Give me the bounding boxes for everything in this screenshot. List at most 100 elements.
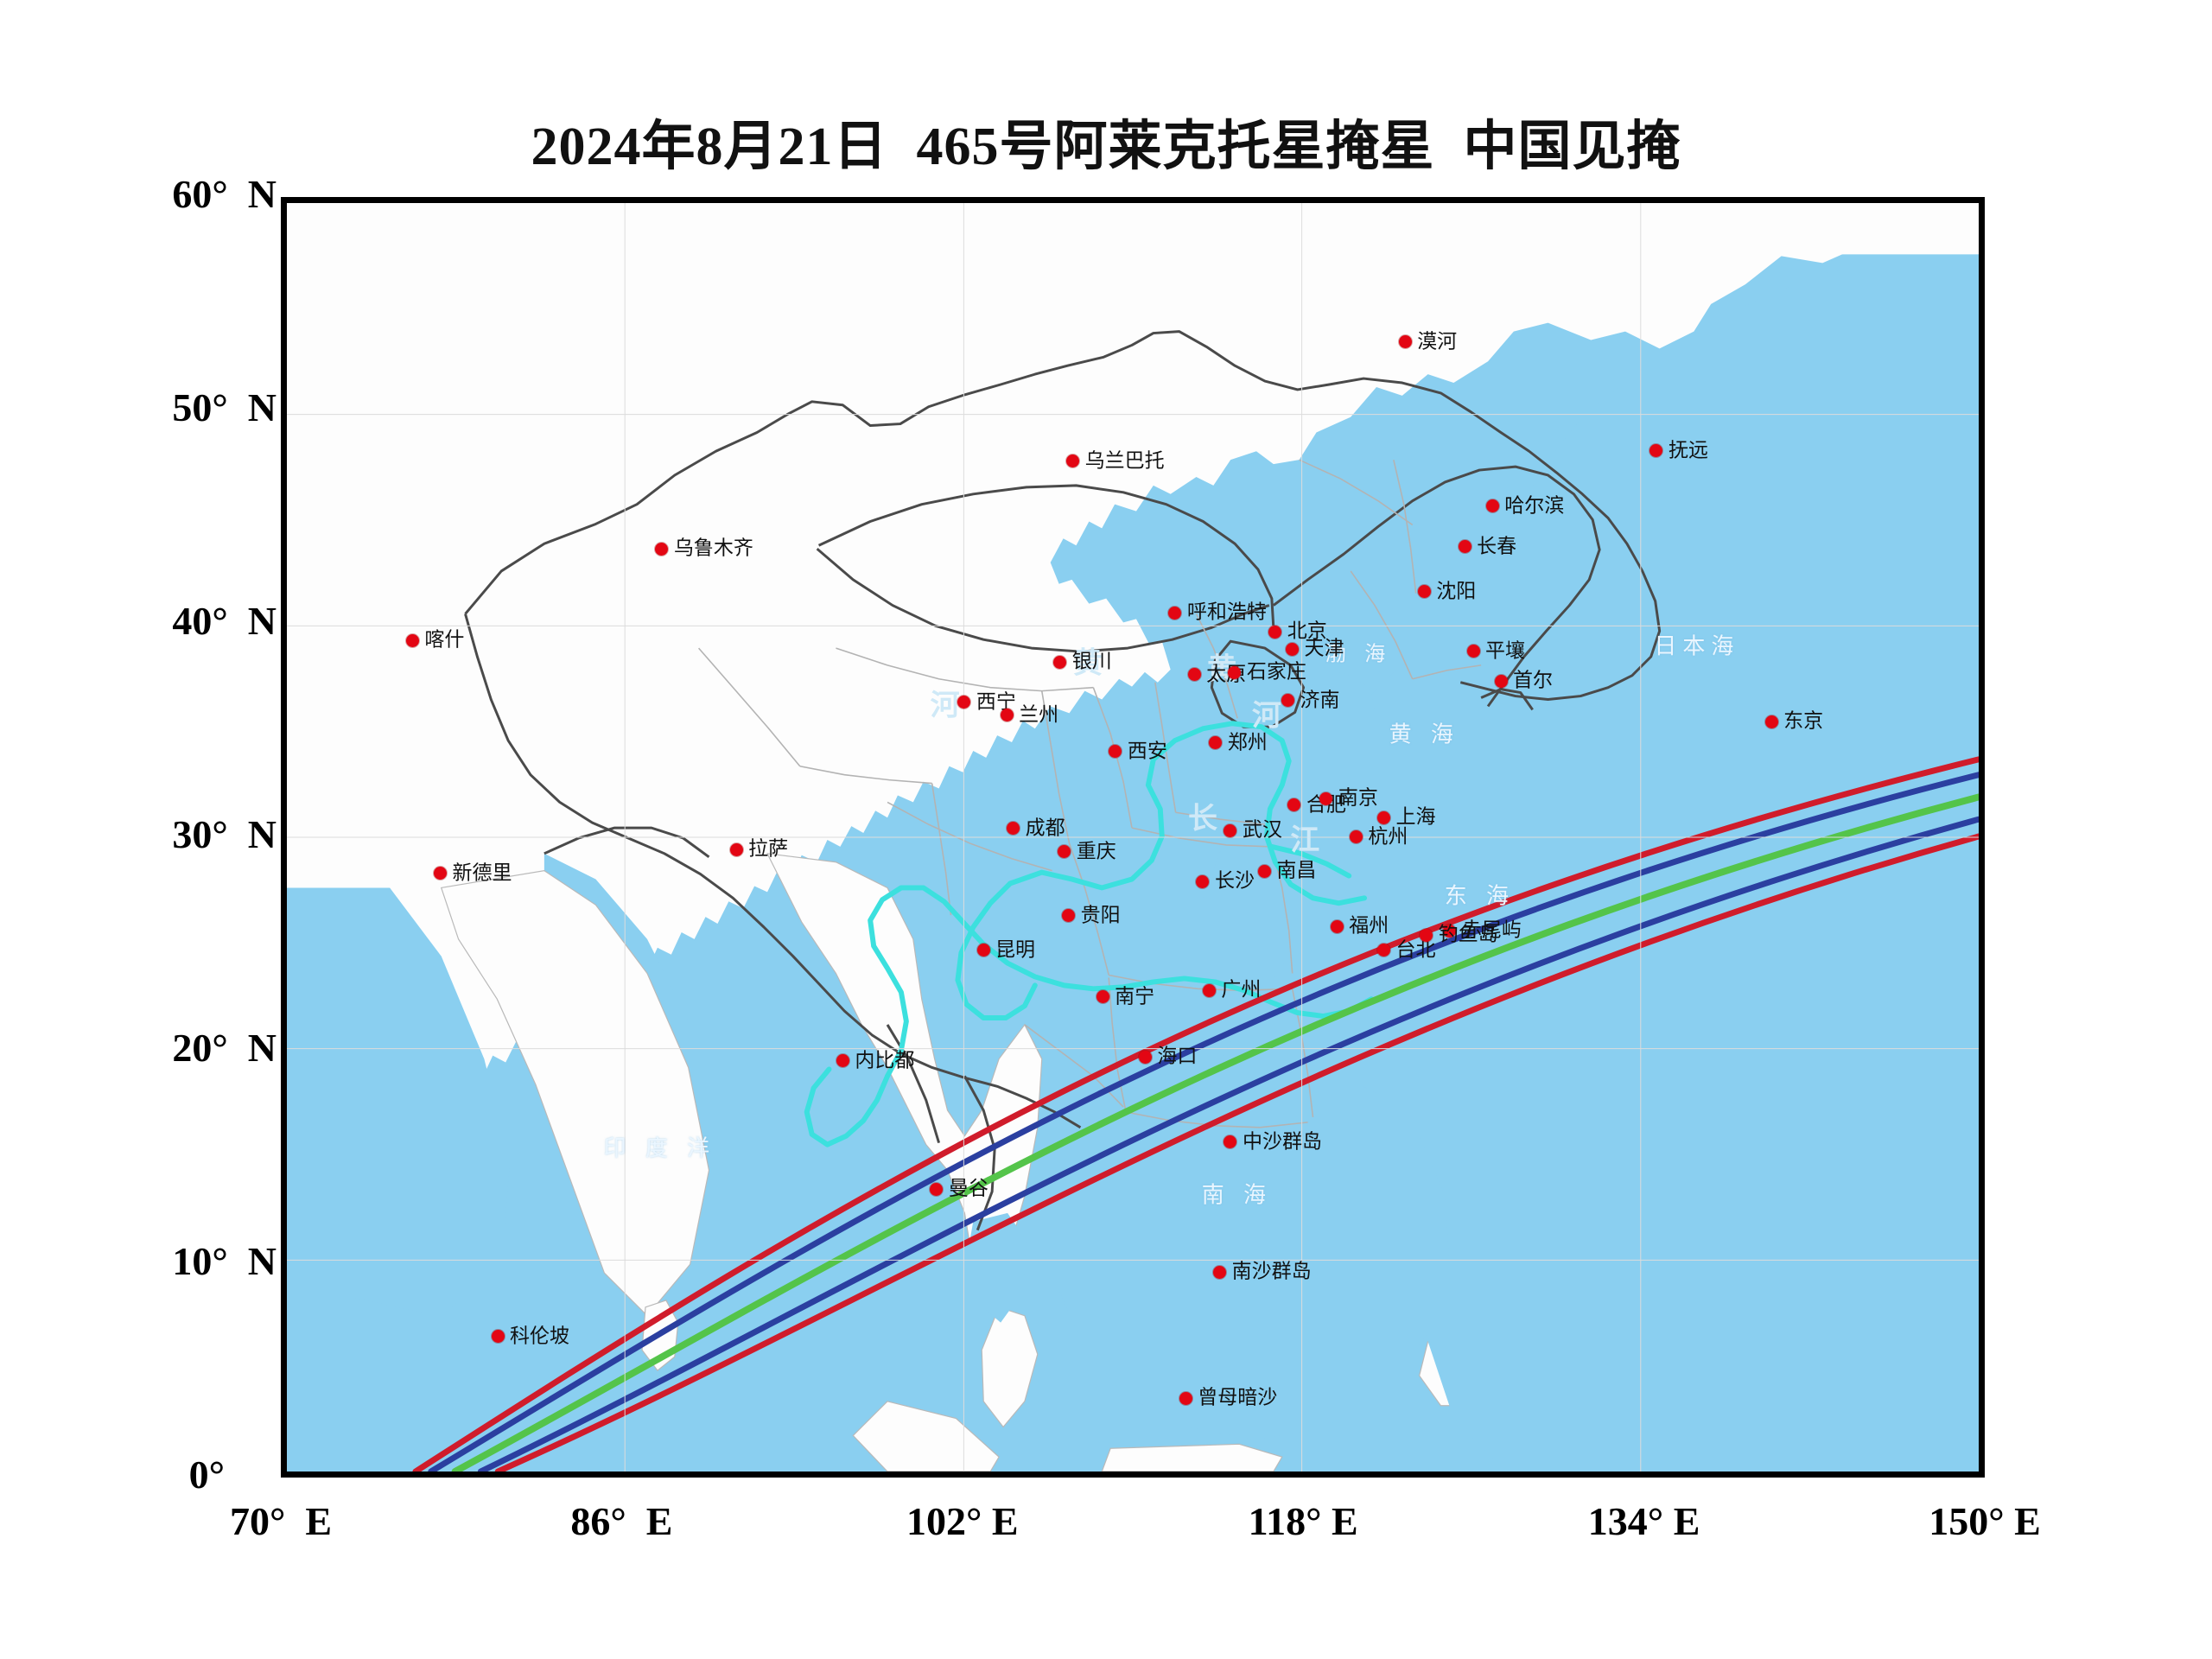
city-dot-icon [1376,810,1390,824]
city-label: 昆明 [995,938,1036,961]
city-label: 平壤 [1485,639,1525,663]
y-axis-tick-20: 20° N [172,1026,276,1070]
city-label: 武汉 [1242,818,1282,842]
figure-title: 2024年8月21日 465号阿莱克托星掩星 中国见掩 [531,118,1681,176]
city-dot-icon [1213,1265,1227,1279]
city-dot-icon [1096,990,1109,1004]
city-dot-icon [433,867,447,880]
city-dot-icon [1764,715,1778,728]
city-label: 福州 [1349,914,1389,938]
city-label: 广州 [1221,978,1262,1001]
city-dot-icon [655,542,669,556]
city-dot-icon [1268,625,1282,639]
city-dot-icon [1485,499,1499,513]
city-label: 成都 [1025,817,1065,840]
map-figure: 2024年8月21日 465号阿莱克托星掩星 中国见掩 日本海 渤 海 黄 海 … [0,0,2212,1659]
x-axis-tick-102: 102° E [906,1499,1019,1543]
city-label: 科伦坡 [510,1325,570,1348]
city-label: 乌鲁木齐 [673,537,753,560]
city-dot-icon [1494,674,1508,688]
city-label: 南京 [1338,786,1378,810]
map-canvas [287,203,1979,1471]
sea-label: 黄 海 [1389,721,1459,748]
city-dot-icon [1109,745,1122,759]
city-dot-icon [1209,736,1223,750]
city-dot-icon [957,696,971,709]
city-dot-icon [1202,983,1216,997]
y-axis-tick-40: 40° N [172,599,276,643]
city-dot-icon [1196,874,1210,888]
city-label: 沈阳 [1436,580,1477,603]
city-label: 新德里 [452,861,512,885]
city-dot-icon [1420,928,1433,942]
city-label: 曾母暗沙 [1198,1386,1278,1409]
city-label: 杭州 [1368,825,1408,849]
y-axis-tick-10: 10° N [172,1239,276,1283]
city-label: 抚远 [1668,439,1708,462]
city-dot-icon [1287,798,1301,812]
city-dot-icon [1257,864,1271,878]
city-dot-icon [930,1182,944,1196]
city-label: 乌兰巴托 [1084,449,1165,473]
city-label: 漠河 [1417,330,1458,353]
river-label: 江 [1290,823,1320,858]
city-label: 银川 [1071,650,1112,673]
city-label: 首尔 [1513,669,1554,692]
y-axis-tick-0: 0° [188,1452,225,1497]
city-label: 石家庄 [1246,660,1306,683]
city-label: 天津 [1304,637,1344,660]
map-plot-area[interactable]: 日本海渤 海黄 海东 海南 海印 度 洋 黄河黄河长江 漠河 抚远 哈尔滨 长春 沈阳乌… [281,197,1985,1478]
city-label: 海口 [1157,1045,1198,1068]
x-axis-tick-86: 86° E [570,1499,673,1543]
city-dot-icon [729,842,743,856]
city-dot-icon [1224,1135,1237,1149]
city-dot-icon [1285,642,1299,656]
y-axis-tick-30: 30° N [172,812,276,856]
city-label: 台北 [1395,938,1436,961]
city-label: 南昌 [1276,859,1317,882]
city-label: 喀什 [424,628,465,652]
x-axis-tick-70: 70° E [229,1499,333,1543]
city-label: 钓鱼岛 [1438,923,1498,946]
y-axis-tick-60: 60° N [172,172,276,216]
sea-label: 日本海 [1654,633,1740,660]
x-axis-tick-150: 150° E [1929,1499,2041,1543]
city-dot-icon [1458,540,1471,554]
y-axis-tick-50: 50° N [172,385,276,429]
city-dot-icon [1224,823,1237,837]
city-dot-icon [1168,606,1182,620]
city-label: 哈尔滨 [1504,494,1565,518]
city-label: 郑州 [1227,731,1268,754]
river-label: 河 [930,688,960,723]
city-label: 长沙 [1214,869,1255,893]
city-label: 西安 [1127,740,1167,763]
city-dot-icon [976,944,990,957]
city-dot-icon [836,1054,849,1068]
city-label: 兰州 [1019,703,1059,727]
city-label: 南沙群岛 [1231,1260,1312,1283]
city-dot-icon [1179,1391,1192,1405]
city-dot-icon [1066,454,1080,468]
sea-label: 东 海 [1444,883,1516,910]
sea-label: 印 度 洋 [603,1135,716,1162]
city-dot-icon [1187,668,1201,682]
city-dot-icon [1466,645,1480,658]
city-label: 东京 [1783,709,1824,733]
city-dot-icon [1058,845,1071,859]
city-dot-icon [1319,791,1333,805]
city-dot-icon [405,633,419,647]
river-label: 长 [1187,801,1217,836]
city-dot-icon [1417,585,1431,599]
city-dot-icon [1649,444,1663,458]
city-dot-icon [1376,944,1390,957]
city-dot-icon [1228,665,1242,679]
river-label: 河 [1251,698,1281,734]
x-axis-tick-134: 134° E [1587,1499,1700,1543]
city-dot-icon [1398,335,1412,349]
city-dot-icon [1007,822,1020,836]
city-label: 内比都 [855,1049,915,1072]
city-label: 中沙群岛 [1242,1130,1322,1154]
city-label: 呼和浩特 [1186,601,1267,624]
city-label: 济南 [1300,689,1340,711]
city-dot-icon [1000,709,1014,722]
